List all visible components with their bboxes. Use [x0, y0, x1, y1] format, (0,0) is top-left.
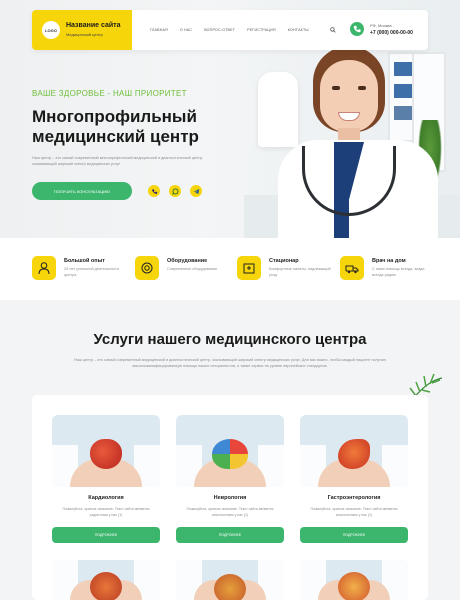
logo[interactable]: LOGO: [42, 21, 60, 39]
services-title: Услуги нашего медицинского центра: [93, 331, 367, 348]
service-image-row2: [52, 560, 160, 600]
doctor-photo: [268, 42, 448, 238]
feature-desc: 20 лет успешной деятельности центра: [64, 267, 119, 277]
nav-faq[interactable]: ВОПРОС-ОТВЕТ: [204, 28, 235, 32]
service-name: Кардиология: [88, 495, 124, 501]
site-title: Название сайта: [66, 22, 121, 29]
site-header: LOGO Название сайта Медицинский центр ГЛ…: [32, 10, 428, 50]
feature-equipment: Оборудование Современное оборудование: [135, 256, 235, 296]
service-desc: Пожалуйста, краткое описание. Текст сайт…: [62, 507, 150, 517]
doctor-icon: [32, 256, 56, 280]
details-button[interactable]: ПОДРОБНЕЕ: [300, 527, 408, 543]
service-name: Гастроэнтерология: [327, 495, 381, 501]
hero-description: Наш центр – это самый современный многоп…: [32, 156, 204, 166]
service-card-cardiology[interactable]: Кардиология Пожалуйста, краткое описание…: [52, 415, 160, 565]
main-nav: ГЛАВНАЯ О НАС ВОПРОС-ОТВЕТ РЕГИСТРАЦИЯ К…: [150, 28, 309, 32]
service-image: [176, 415, 284, 487]
equipment-icon: [135, 256, 159, 280]
feature-hospital: Стационар Комфортные палаты, надлежащий …: [237, 256, 337, 296]
hero-section: LOGO Название сайта Медицинский центр ГЛ…: [0, 0, 460, 238]
hero-title: Многопрофильный медицинский центр: [32, 107, 199, 146]
brain-model: [212, 439, 248, 469]
nav-about[interactable]: О НАС: [180, 28, 192, 32]
feature-home-doctor: Врач на дом С нами помощь всегда, везде,…: [340, 256, 440, 296]
service-image-row2: [300, 560, 408, 600]
hero-tagline: ВАШЕ ЗДОРОВЬЕ - НАШ ПРИОРИТЕТ: [32, 89, 187, 98]
details-button[interactable]: ПОДРОБНЕЕ: [176, 527, 284, 543]
feature-title: Стационар: [269, 258, 299, 264]
site-subtitle: Медицинский центр: [66, 32, 103, 37]
feature-title: Врач на дом: [372, 258, 406, 264]
nav-contacts[interactable]: КОНТАКТЫ: [288, 28, 309, 32]
service-image: [300, 415, 408, 487]
service-card-neurology[interactable]: Неврология Пожалуйста, краткое описание.…: [176, 415, 284, 565]
feature-title: Оборудование: [167, 258, 208, 264]
telegram-icon[interactable]: [190, 185, 202, 197]
service-card-gastroenterology[interactable]: Гастроэнтерология Пожалуйста, краткое оп…: [300, 415, 408, 565]
feature-desc: С нами помощь всегда, везде, всегда рядо…: [372, 267, 426, 277]
features-band: Большой опыт 20 лет успешной деятельност…: [0, 238, 460, 300]
logo-block[interactable]: LOGO Название сайта Медицинский центр: [32, 10, 132, 50]
nav-home[interactable]: ГЛАВНАЯ: [150, 28, 168, 32]
viber-icon[interactable]: [148, 185, 160, 197]
phone-call-button[interactable]: [350, 22, 364, 36]
services-panel: Кардиология Пожалуйста, краткое описание…: [32, 395, 428, 600]
service-desc: Пожалуйста, краткое описание. Текст сайт…: [186, 507, 274, 517]
consultation-button[interactable]: ПОЛУЧИТЬ КОНСУЛЬТАЦИЮ: [32, 182, 132, 200]
heart-model: [90, 439, 122, 469]
service-image-row2: [176, 560, 284, 600]
ambulance-icon: [340, 256, 364, 280]
feature-desc: Современное оборудование: [167, 267, 218, 271]
phone-icon: [353, 25, 361, 33]
feature-title: Большой опыт: [64, 258, 105, 264]
services-description: Наш центр – это самый современный медици…: [74, 358, 386, 368]
feature-experience: Большой опыт 20 лет успешной деятельност…: [32, 256, 132, 296]
details-button[interactable]: ПОДРОБНЕЕ: [52, 527, 160, 543]
nav-registration[interactable]: РЕГИСТРАЦИЯ: [247, 28, 276, 32]
whatsapp-icon[interactable]: [169, 185, 181, 197]
city-label: РФ, Москва: [370, 23, 392, 28]
phone-number[interactable]: +7 (000) 000-00-00: [370, 30, 413, 36]
service-desc: Пожалуйста, краткое описание. Текст сайт…: [310, 507, 398, 517]
search-icon[interactable]: [330, 27, 336, 33]
feature-desc: Комфортные палаты, надлежащий уход: [269, 267, 331, 277]
service-name: Неврология: [213, 495, 247, 501]
service-image: [52, 415, 160, 487]
hospital-icon: [237, 256, 261, 280]
